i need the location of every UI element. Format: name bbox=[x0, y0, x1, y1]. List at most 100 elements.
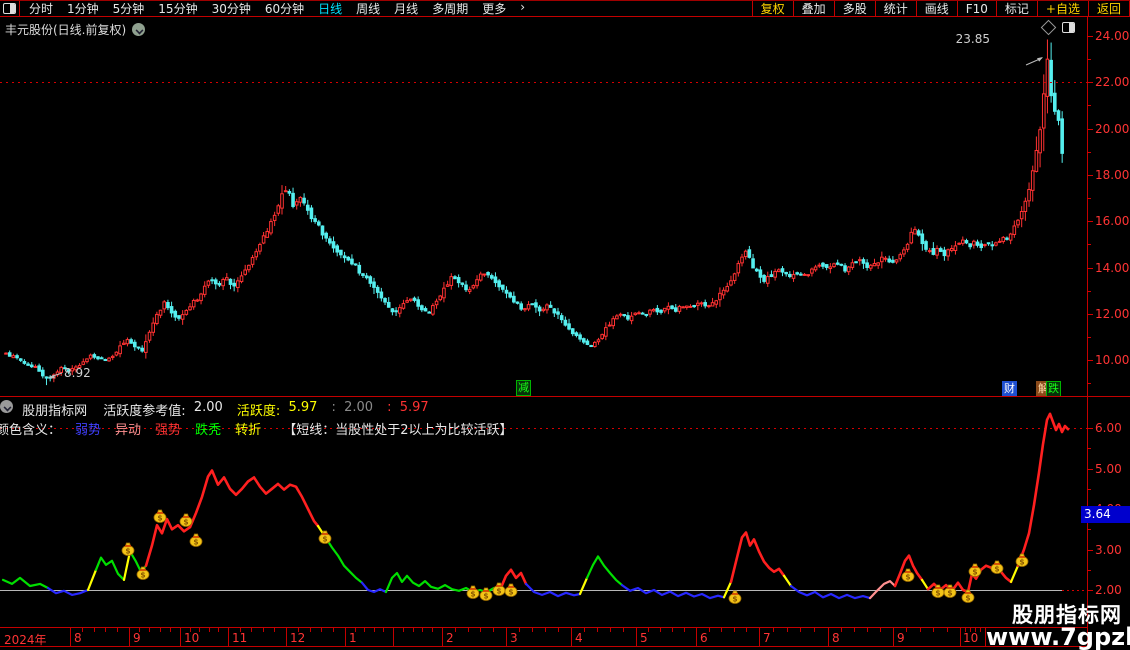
action-item-F10[interactable]: F10 bbox=[956, 1, 996, 16]
stock-app-window: 分时 1分钟 5分钟 15分钟 30分钟 60分钟 日线 周线 月线 多周期 更多 › 复权 叠加 多股统… bbox=[0, 0, 1130, 650]
diamond-marker-icon[interactable] bbox=[1040, 19, 1057, 36]
minor-tick bbox=[746, 628, 748, 632]
minor-tick bbox=[946, 628, 948, 632]
chevron-down-icon[interactable] bbox=[132, 23, 146, 36]
month-divider bbox=[893, 628, 894, 647]
action-item-标记[interactable]: 标记 bbox=[995, 1, 1037, 16]
indicator-segment bbox=[324, 537, 364, 584]
minor-tick bbox=[708, 628, 710, 632]
indicator-segment bbox=[86, 568, 98, 592]
minor-tick bbox=[800, 628, 802, 632]
axis-tick bbox=[1087, 267, 1093, 269]
main-candlestick-chart[interactable]: 丰元股份(日线.前复权) 23.85 8.92 bbox=[0, 17, 1087, 396]
money-bag-icon: $ bbox=[1015, 553, 1029, 567]
minor-tick bbox=[493, 628, 495, 632]
money-bag-icon: $ bbox=[466, 585, 480, 599]
high-arrow-icon bbox=[1025, 57, 1043, 66]
event-badge-跌[interactable]: 跌 bbox=[1046, 381, 1061, 397]
action-item-返回[interactable]: 返回 bbox=[1087, 1, 1129, 16]
minor-tick bbox=[867, 628, 868, 632]
layout-toggle-button[interactable] bbox=[0, 1, 20, 16]
money-bag-icon: $ bbox=[728, 590, 742, 604]
indicator-segment bbox=[729, 531, 786, 584]
period-item-多周期[interactable]: 多周期 bbox=[432, 0, 468, 17]
month-divider bbox=[70, 628, 71, 647]
period-items: 分时 1分钟 5分钟 15分钟 30分钟 60分钟 日线 周线 月线 多周期 更多 › bbox=[20, 0, 525, 17]
minor-tick bbox=[480, 628, 482, 632]
time-axis-label: 6 bbox=[700, 631, 708, 645]
period-item-更多[interactable]: 更多 bbox=[482, 0, 506, 17]
period-item-5分钟[interactable]: 5分钟 bbox=[113, 0, 145, 17]
minor-tick bbox=[383, 628, 385, 632]
period-item-分时[interactable]: 分时 bbox=[29, 0, 53, 17]
svg-text:$: $ bbox=[125, 546, 130, 555]
action-item-多股[interactable]: 多股 bbox=[833, 1, 875, 16]
axis-tick bbox=[1087, 313, 1093, 315]
price-axis-label: 22.00 bbox=[1095, 75, 1130, 90]
action-item-叠加[interactable]: 叠加 bbox=[792, 1, 834, 16]
time-axis-label: 11 bbox=[232, 631, 248, 645]
watermark-site-url: www.7gpzb.com bbox=[986, 623, 1130, 650]
minor-tick bbox=[610, 628, 611, 632]
minor-tick bbox=[93, 628, 95, 632]
time-axis-label: 10 bbox=[184, 631, 200, 645]
indicator-panel[interactable]: $ $ $ $ $ $ $ $ $ $ $ $ $ $ $ $ $ $ 股朋指标网 活跃度参考值: 2.00 活跃… bbox=[0, 397, 1087, 627]
panel-layout-icon bbox=[3, 3, 16, 14]
minor-tick bbox=[432, 628, 434, 632]
period-item-月线[interactable]: 月线 bbox=[394, 0, 418, 17]
svg-text:$: $ bbox=[965, 593, 970, 602]
money-bag-icon: $ bbox=[179, 513, 193, 527]
action-item-+自选[interactable]: +自选 bbox=[1036, 1, 1088, 16]
time-axis-label: 2024年 bbox=[4, 633, 47, 647]
indicator-segment bbox=[1, 576, 50, 590]
svg-text:$: $ bbox=[157, 513, 162, 522]
indicator-legend: 颜色含义： 弱势 异动 强势 跌秃 转折 【短线：当股性处于2以上为比较活跃】 bbox=[0, 419, 1087, 438]
event-badge-财[interactable]: 财 bbox=[1002, 381, 1017, 397]
action-item-复权[interactable]: 复权 bbox=[751, 1, 793, 16]
svg-text:$: $ bbox=[947, 588, 952, 597]
month-divider bbox=[286, 628, 287, 647]
period-item-15分钟[interactable]: 15分钟 bbox=[158, 0, 197, 17]
minor-tick bbox=[402, 628, 404, 632]
month-divider bbox=[696, 628, 697, 647]
period-item-30分钟[interactable]: 30分钟 bbox=[212, 0, 251, 17]
period-item-1分钟[interactable]: 1分钟 bbox=[67, 0, 99, 17]
minor-tick bbox=[623, 628, 624, 632]
svg-text:$: $ bbox=[935, 588, 940, 597]
axis-tick bbox=[1087, 360, 1093, 362]
minor-tick bbox=[117, 628, 119, 632]
period-item-60分钟[interactable]: 60分钟 bbox=[265, 0, 304, 17]
minor-tick bbox=[274, 628, 276, 632]
period-toolbar: 分时 1分钟 5分钟 15分钟 30分钟 60分钟 日线 周线 月线 多周期 更多 › bbox=[0, 0, 525, 17]
indicator-segment bbox=[384, 571, 502, 594]
action-item-统计[interactable]: 统计 bbox=[874, 1, 916, 16]
minor-tick bbox=[772, 628, 774, 632]
money-bag-icon: $ bbox=[990, 560, 1004, 574]
legend-item-跌秃: 跌秃 bbox=[195, 423, 222, 438]
action-item-画线[interactable]: 画线 bbox=[915, 1, 957, 16]
period-item-周线[interactable]: 周线 bbox=[356, 0, 380, 17]
month-divider bbox=[345, 628, 346, 647]
month-divider bbox=[506, 628, 507, 647]
indicator-segment bbox=[144, 469, 320, 567]
indicator-segment bbox=[620, 584, 726, 600]
event-badge-减[interactable]: 减 bbox=[516, 380, 531, 396]
period-item-›[interactable]: › bbox=[520, 0, 525, 17]
axis-tick bbox=[1087, 590, 1093, 591]
period-item-日线[interactable]: 日线 bbox=[318, 0, 342, 17]
legend-label: 颜色含义： bbox=[0, 423, 62, 438]
axis-tick bbox=[1087, 198, 1091, 200]
svg-text:$: $ bbox=[322, 534, 327, 543]
minor-tick bbox=[422, 628, 424, 632]
minor-tick bbox=[584, 628, 585, 632]
month-divider bbox=[828, 628, 829, 647]
time-axis-label: 5 bbox=[640, 631, 648, 645]
indicator-segment bbox=[868, 580, 897, 600]
axis-tick bbox=[1087, 549, 1093, 551]
time-axis[interactable]: 2024年 8 9 10 11 12 1 2 3 4 5 6 7 8 9 10 bbox=[0, 627, 1087, 647]
panel-layout-icon[interactable] bbox=[1062, 22, 1075, 33]
top-toolbar: 分时 1分钟 5分钟 15分钟 30分钟 60分钟 日线 周线 月线 多周期 更多 › 复权 叠加 多股统… bbox=[0, 0, 1130, 17]
indicator-segment bbox=[360, 581, 388, 594]
minor-tick bbox=[660, 628, 661, 632]
indicator-segment bbox=[524, 582, 582, 598]
